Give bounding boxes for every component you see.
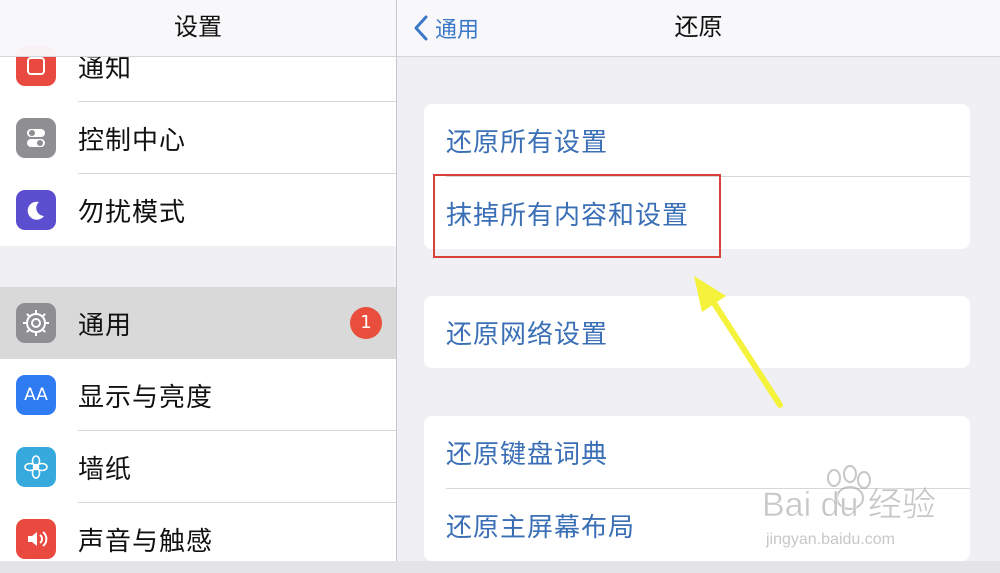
- reset-home-screen-layout-button[interactable]: 还原主屏幕布局: [424, 489, 970, 561]
- ipad-settings-screen: 通知 控制中心 勿扰模式 通用 1 AA 显示与亮度 墙纸 声音与触感 设置 通…: [0, 0, 1000, 573]
- reset-group-2: 还原网络设置: [424, 296, 970, 368]
- speaker-icon: [16, 519, 56, 559]
- bottom-strip: [0, 561, 1000, 573]
- wallpaper-flower-icon: [16, 447, 56, 487]
- notification-badge: 1: [350, 307, 382, 339]
- sidebar-item-label: 勿扰模式: [78, 197, 187, 228]
- sidebar-item-label: 声音与触感: [78, 526, 214, 557]
- gear-icon: [16, 303, 56, 343]
- sidebar-item-general[interactable]: 通用 1: [0, 287, 396, 359]
- reset-keyboard-dictionary-button[interactable]: 还原键盘词典: [424, 416, 970, 488]
- master-title: 设置: [174, 13, 222, 41]
- control-center-icon: [16, 118, 56, 158]
- detail-title: 还原: [674, 13, 723, 41]
- sidebar-item-do-not-disturb[interactable]: 勿扰模式: [0, 174, 396, 246]
- reset-group-3: 还原键盘词典 还原主屏幕布局: [424, 416, 970, 561]
- settings-group-top: 通知 控制中心 勿扰模式: [0, 30, 396, 246]
- reset-group-1: 还原所有设置 抹掉所有内容和设置: [424, 104, 970, 249]
- sidebar-item-label: 墙纸: [78, 454, 133, 485]
- sidebar-item-label: 显示与亮度: [78, 382, 214, 413]
- settings-group-main: 通用 1 AA 显示与亮度 墙纸 声音与触感: [0, 287, 396, 573]
- display-brightness-icon: AA: [16, 375, 56, 415]
- moon-icon: [16, 190, 56, 230]
- master-nav-bar: 设置: [0, 0, 396, 57]
- erase-all-content-settings-button[interactable]: 抹掉所有内容和设置: [424, 177, 970, 249]
- reset-all-settings-button[interactable]: 还原所有设置: [424, 104, 970, 176]
- settings-master-pane: 通知 控制中心 勿扰模式 通用 1 AA 显示与亮度 墙纸 声音与触感 设置: [0, 0, 396, 573]
- sidebar-item-label: 通用: [78, 310, 133, 341]
- reset-detail-pane: 通用 还原 还原所有设置 抹掉所有内容和设置 还原网络设置 还原键盘词典 还原主…: [397, 0, 1000, 573]
- sidebar-item-wallpaper[interactable]: 墙纸: [0, 431, 396, 503]
- sidebar-item-label: 控制中心: [78, 125, 187, 156]
- sidebar-item-display-brightness[interactable]: AA 显示与亮度: [0, 359, 396, 431]
- display-icon-text: AA: [24, 385, 48, 405]
- detail-nav-bar: 通用 还原: [397, 0, 1000, 57]
- sidebar-item-control-center[interactable]: 控制中心: [0, 102, 396, 174]
- reset-network-settings-button[interactable]: 还原网络设置: [424, 296, 970, 368]
